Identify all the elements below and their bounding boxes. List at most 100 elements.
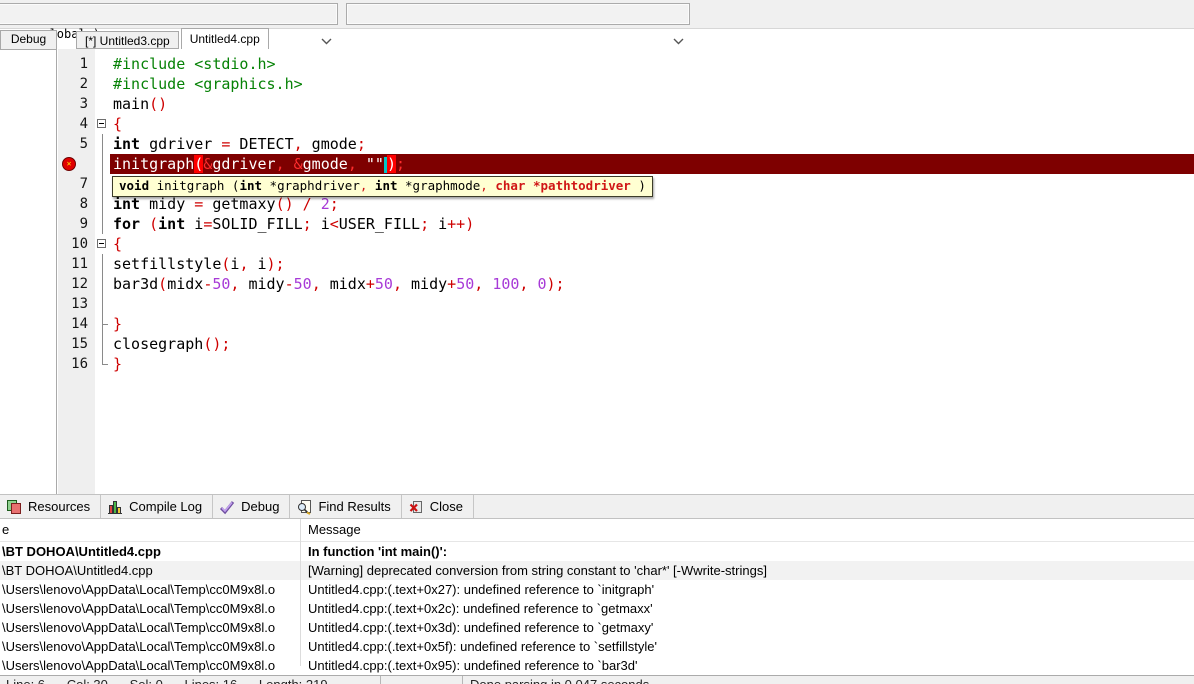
tab-label: Resources xyxy=(28,499,90,514)
tab-label: Compile Log xyxy=(129,499,202,514)
close-icon xyxy=(408,499,430,515)
file-cell: \BT DOHOA\Untitled4.cpp xyxy=(2,561,153,580)
tab-find-results[interactable]: Find Results xyxy=(290,495,401,518)
fold-line xyxy=(95,154,110,174)
code-line[interactable]: #include <graphics.h> xyxy=(110,74,1194,94)
status-caret-info: Line: 6 Col: 30 Sel: 0 Lines: 16 Length:… xyxy=(6,677,328,684)
code-line[interactable]: } xyxy=(110,314,1194,334)
fold-line xyxy=(95,314,110,334)
gutter-row: 13 xyxy=(58,294,95,314)
gutter-row: 12 xyxy=(58,274,95,294)
line-number: 16 xyxy=(71,356,88,372)
code-line[interactable]: { xyxy=(110,114,1194,134)
result-row[interactable]: \Users\lenovo\AppData\Local\Temp\cc0M9x8… xyxy=(0,599,1194,618)
line-number: 10 xyxy=(71,236,88,252)
gutter-row: 7 xyxy=(58,174,95,194)
line-number: 7 xyxy=(80,176,88,192)
tab-close[interactable]: Close xyxy=(402,495,474,518)
tab-label: Close xyxy=(430,499,463,514)
file-cell: \BT DOHOA\Untitled4.cpp xyxy=(2,542,161,561)
fold-line xyxy=(95,134,110,154)
message-cell: In function 'int main()': xyxy=(308,542,447,561)
result-row[interactable]: \BT DOHOA\Untitled4.cpp In function 'int … xyxy=(0,542,1194,561)
result-row[interactable]: \Users\lenovo\AppData\Local\Temp\cc0M9x8… xyxy=(0,637,1194,656)
line-number: 11 xyxy=(71,256,88,272)
code-line[interactable]: #include <stdio.h> xyxy=(110,54,1194,74)
code-line[interactable] xyxy=(110,294,1194,314)
tab-resources[interactable]: Resources xyxy=(0,495,101,518)
left-panel[interactable] xyxy=(0,49,57,494)
results-rows: \BT DOHOA\Untitled4.cpp In function 'int … xyxy=(0,542,1194,675)
code-line[interactable]: setfillstyle(i, i); xyxy=(110,254,1194,274)
gutter-row: 9 xyxy=(58,214,95,234)
tab-label: Debug xyxy=(241,499,279,514)
member-combo[interactable] xyxy=(346,3,690,25)
file-cell: \Users\lenovo\AppData\Local\Temp\cc0M9x8… xyxy=(2,618,275,637)
line-number: 5 xyxy=(80,136,88,152)
fold-line xyxy=(95,334,110,354)
code-line[interactable]: for (int i=SOLID_FILL; i<USER_FILL; i++) xyxy=(110,214,1194,234)
gutter: 12345✕78910111213141516 xyxy=(58,49,95,494)
status-bar: Line: 6 Col: 30 Sel: 0 Lines: 16 Length:… xyxy=(0,675,1194,684)
result-row[interactable]: \Users\lenovo\AppData\Local\Temp\cc0M9x8… xyxy=(0,580,1194,599)
code-line[interactable]: bar3d(midx-50, midy-50, midx+50, midy+50… xyxy=(110,274,1194,294)
tab-label: Find Results xyxy=(318,499,390,514)
result-row[interactable]: \BT DOHOA\Untitled4.cpp [Warning] depreca… xyxy=(0,561,1194,580)
navigation-combo-bar: globals) xyxy=(0,0,1194,29)
message-cell: Untitled4.cpp:(.text+0x5f): undefined re… xyxy=(308,637,657,656)
code-line[interactable]: main() xyxy=(110,94,1194,114)
gutter-row: 16 xyxy=(58,354,95,374)
fold-line xyxy=(95,54,110,74)
code-line[interactable]: closegraph(); xyxy=(110,334,1194,354)
line-number: 3 xyxy=(80,96,88,112)
result-row[interactable]: \Users\lenovo\AppData\Local\Temp\cc0M9x8… xyxy=(0,618,1194,637)
tab-bar: Debug [*] Untitled3.cpp Untitled4.cpp xyxy=(0,28,1194,49)
report-tab-bar: Resources Compile Log Debug Find Results Clo… xyxy=(0,494,1194,518)
fold-line xyxy=(95,174,110,194)
fold-line xyxy=(95,354,110,374)
code-editor[interactable]: 12345✕78910111213141516 #include <stdio.… xyxy=(58,49,1194,494)
code-line[interactable]: int gdriver = DETECT, gmode; xyxy=(110,134,1194,154)
code-line[interactable]: } xyxy=(110,354,1194,374)
file-cell: \Users\lenovo\AppData\Local\Temp\cc0M9x8… xyxy=(2,580,275,599)
message-cell: Untitled4.cpp:(.text+0x95): undefined re… xyxy=(308,656,638,675)
message-column-header: Message xyxy=(308,519,361,541)
find-results-icon xyxy=(296,499,318,515)
results-header: e Message xyxy=(0,519,1194,542)
message-cell: Untitled4.cpp:(.text+0x27): undefined re… xyxy=(308,580,654,599)
message-cell: Untitled4.cpp:(.text+0x3d): undefined re… xyxy=(308,618,653,637)
compile-log-icon xyxy=(107,499,129,515)
status-parse-info: Done parsing in 0.047 seconds xyxy=(470,677,649,684)
scope-combo[interactable]: globals) xyxy=(0,3,338,25)
code-line[interactable]: initgraph(&gdriver, &gmode, ""); xyxy=(110,154,1194,174)
gutter-row: 8 xyxy=(58,194,95,214)
fold-line xyxy=(95,214,110,234)
tab-untitled4[interactable]: Untitled4.cpp xyxy=(181,28,269,49)
tab-untitled3[interactable]: [*] Untitled3.cpp xyxy=(76,31,179,49)
fold-line xyxy=(95,274,110,294)
line-number: 2 xyxy=(80,76,88,92)
fold-line xyxy=(95,294,110,314)
line-number: 1 xyxy=(80,56,88,72)
code-area[interactable]: #include <stdio.h>#include <graphics.h>m… xyxy=(110,49,1194,494)
message-cell: [Warning] deprecated conversion from str… xyxy=(308,561,767,580)
code-line[interactable]: { xyxy=(110,234,1194,254)
line-number: 15 xyxy=(71,336,88,352)
left-panel-tab-debug[interactable]: Debug xyxy=(0,30,57,49)
fold-toggle[interactable] xyxy=(95,234,110,254)
result-row[interactable]: \Users\lenovo\AppData\Local\Temp\cc0M9x8… xyxy=(0,656,1194,675)
fold-line xyxy=(95,194,110,214)
tab-compile-log[interactable]: Compile Log xyxy=(101,495,213,518)
gutter-row: 4 xyxy=(58,114,95,134)
ide-window: globals) Debug [*] Untitled3.cpp Untitle… xyxy=(0,0,1194,684)
gutter-row: 10 xyxy=(58,234,95,254)
fold-line xyxy=(95,94,110,114)
code-line[interactable]: int midy = getmaxy() / 2; xyxy=(110,194,1194,214)
fold-line xyxy=(95,254,110,274)
tab-debug[interactable]: Debug xyxy=(213,495,290,518)
line-number: 4 xyxy=(80,116,88,132)
fold-toggle[interactable] xyxy=(95,114,110,134)
gutter-row: 3 xyxy=(58,94,95,114)
gutter-row: 11 xyxy=(58,254,95,274)
bracket-highlight: ) xyxy=(387,155,396,173)
